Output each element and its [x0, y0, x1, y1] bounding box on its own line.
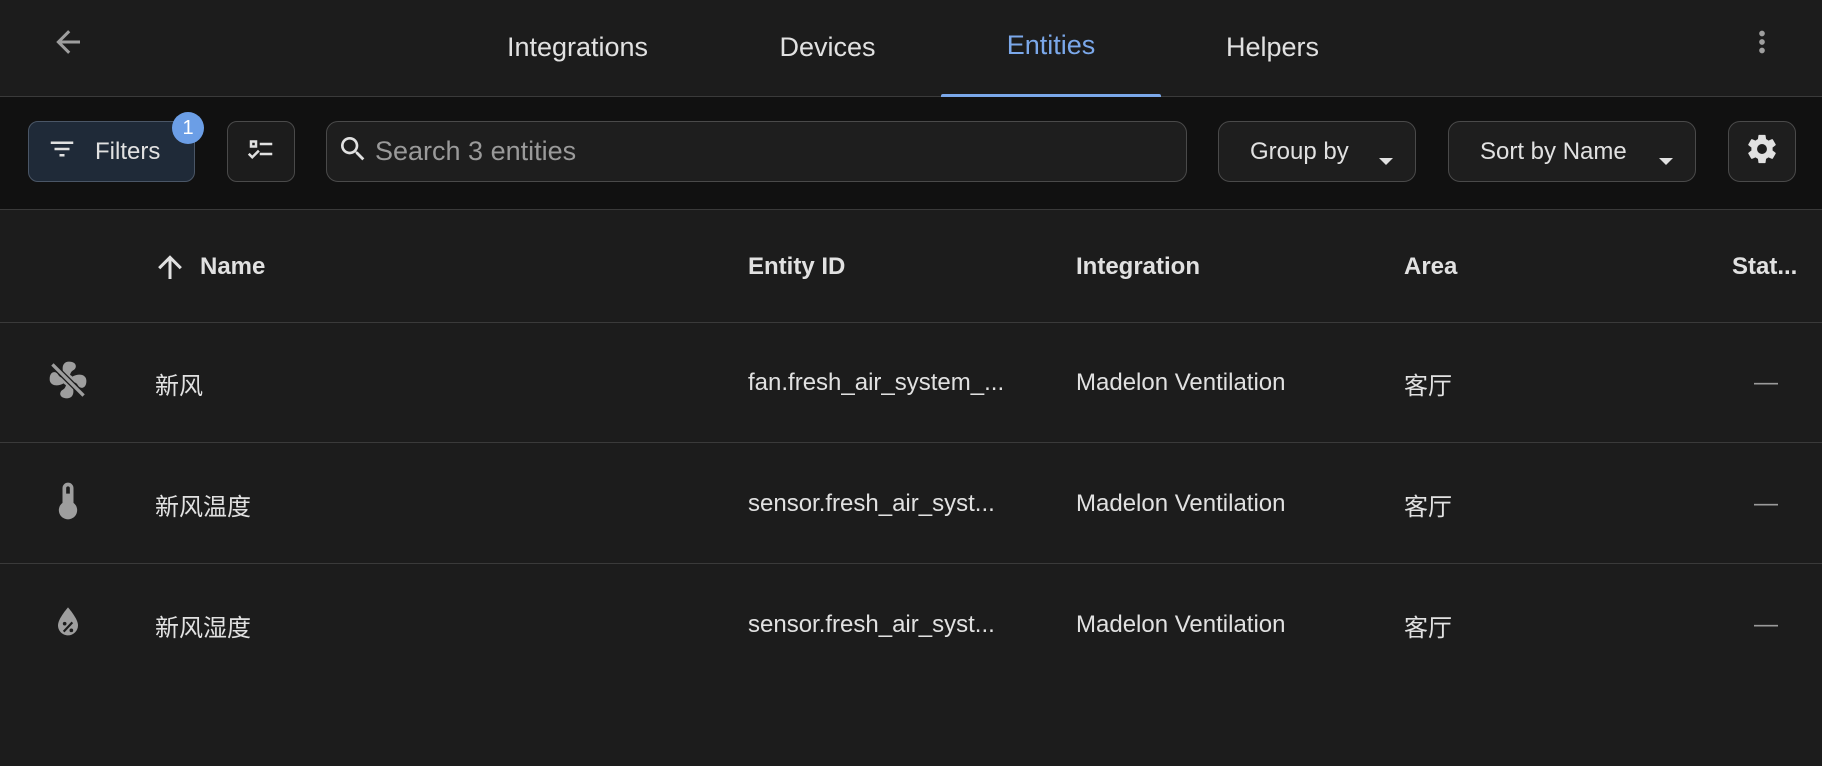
fan-icon: [46, 358, 90, 409]
row-area: 客厅: [1404, 493, 1452, 521]
row-icon: [40, 444, 96, 564]
search-input[interactable]: [373, 135, 1153, 168]
format-list-checks-icon: [246, 134, 276, 169]
tab-entities[interactable]: Entities: [941, 0, 1161, 98]
column-header-integration[interactable]: Integration: [1076, 210, 1200, 323]
top-app-bar: Integrations Devices Entities Helpers: [0, 0, 1822, 98]
menu-down-icon: [1659, 146, 1673, 174]
tab-integrations[interactable]: Integrations: [470, 0, 685, 97]
filter-variant-icon: [47, 134, 77, 169]
filters-count-badge: 1: [172, 112, 204, 144]
row-name: 新风: [155, 372, 203, 400]
row-icon: [40, 323, 96, 443]
thermometer-icon: [46, 479, 90, 530]
row-integration: Madelon Ventilation: [1076, 490, 1286, 517]
tab-integrations-label: Integrations: [506, 32, 649, 62]
column-header-entity-id[interactable]: Entity ID: [748, 210, 845, 323]
tab-bar: Integrations Devices Entities Helpers: [0, 0, 1822, 98]
column-header-status-label: Stat...: [1732, 252, 1798, 280]
row-entity-id: sensor.fresh_air_syst...: [748, 490, 995, 517]
table-row[interactable]: 新风湿度 sensor.fresh_air_syst... Madelon Ve…: [0, 565, 1822, 685]
settings-button[interactable]: [1728, 121, 1796, 182]
table-header: Name Entity ID Integration Area Stat...: [0, 210, 1822, 323]
row-integration: Madelon Ventilation: [1076, 611, 1286, 638]
dots-vertical-icon: [1745, 25, 1779, 64]
row-status: —: [1754, 490, 1778, 517]
row-status: —: [1754, 369, 1778, 396]
row-entity-id: sensor.fresh_air_syst...: [748, 611, 995, 638]
tab-helpers[interactable]: Helpers: [1165, 0, 1380, 97]
row-name: 新风湿度: [155, 614, 251, 642]
row-area: 客厅: [1404, 372, 1452, 400]
row-name: 新风温度: [155, 493, 251, 521]
column-header-area[interactable]: Area: [1404, 210, 1457, 323]
sort-by-label: Sort by Name: [1480, 137, 1627, 165]
row-integration: Madelon Ventilation: [1076, 369, 1286, 396]
tab-devices-label: Devices: [779, 32, 876, 62]
table-row[interactable]: 新风温度 sensor.fresh_air_syst... Madelon Ve…: [0, 444, 1822, 564]
column-header-entity-id-label: Entity ID: [748, 252, 846, 280]
sort-by-dropdown[interactable]: Sort by Name: [1448, 121, 1696, 182]
table-toolbar: Filters 1 Group by Sort by Name: [0, 97, 1822, 210]
row-status: —: [1754, 611, 1778, 638]
column-header-area-label: Area: [1404, 252, 1458, 280]
row-icon: [40, 565, 96, 685]
column-header-status[interactable]: Stat...: [1732, 210, 1797, 323]
arrow-up-icon: [152, 249, 188, 285]
gear-icon: [1745, 132, 1779, 171]
column-header-integration-label: Integration: [1076, 252, 1200, 280]
group-by-dropdown[interactable]: Group by: [1218, 121, 1416, 182]
tab-entities-label: Entities: [1006, 30, 1096, 60]
menu-down-icon: [1379, 146, 1393, 174]
magnify-icon: [337, 133, 369, 170]
filters-label: Filters: [95, 137, 161, 165]
overflow-menu-button[interactable]: [1734, 16, 1790, 72]
column-header-name-label: Name: [200, 252, 266, 280]
water-percent-icon: [48, 602, 88, 649]
tab-helpers-label: Helpers: [1225, 32, 1320, 62]
group-by-label: Group by: [1250, 137, 1349, 165]
row-area: 客厅: [1404, 614, 1452, 642]
selection-mode-button[interactable]: [227, 121, 295, 182]
row-entity-id: fan.fresh_air_system_...: [748, 369, 1005, 396]
tab-devices[interactable]: Devices: [720, 0, 935, 97]
column-header-name[interactable]: Name: [152, 210, 265, 323]
search-field[interactable]: [326, 121, 1187, 182]
table-row[interactable]: 新风 fan.fresh_air_system_... Madelon Vent…: [0, 323, 1822, 443]
filters-button[interactable]: Filters 1: [28, 112, 204, 182]
